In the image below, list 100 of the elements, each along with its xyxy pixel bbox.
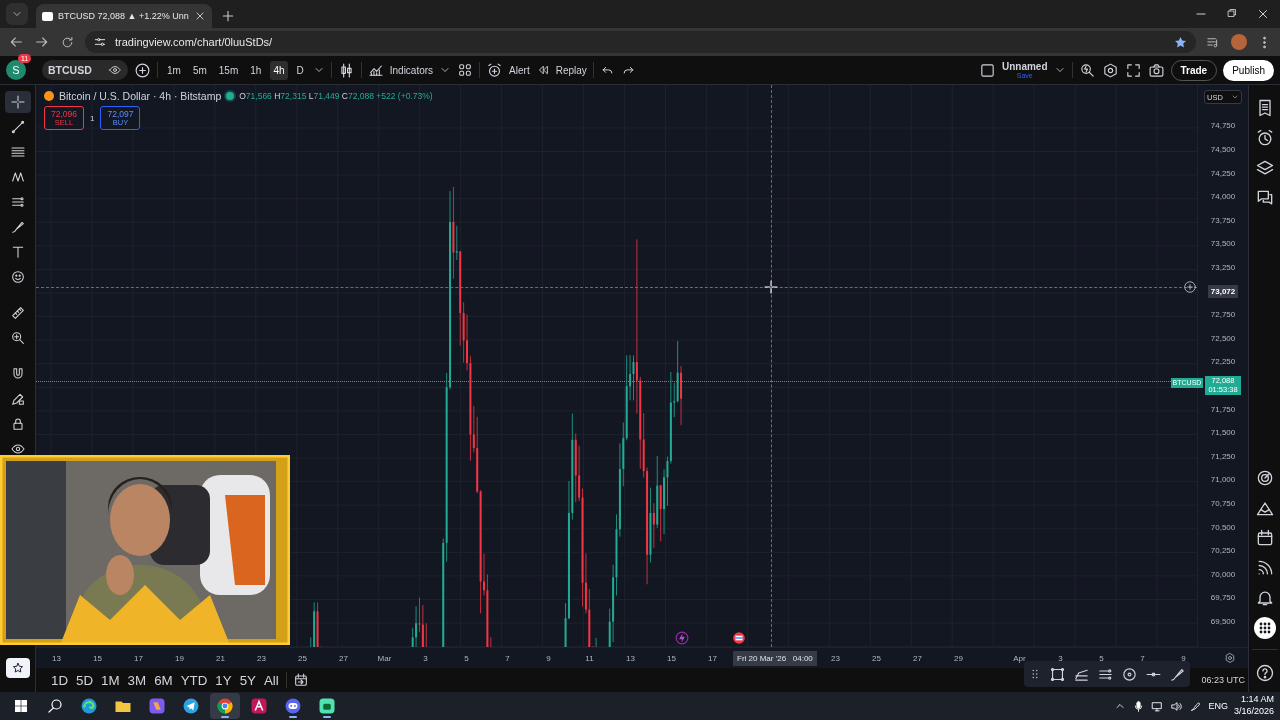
forward-icon[interactable]: [34, 34, 50, 50]
taskbar-clock[interactable]: 1:14 AM 3/16/2026: [1233, 694, 1274, 718]
date-range-icon[interactable]: [292, 672, 309, 688]
zigzag-icon[interactable]: [9, 169, 26, 185]
timeframe-button[interactable]: 6M: [153, 670, 174, 690]
date-label: 3: [423, 653, 428, 663]
windows-logo-icon[interactable]: [13, 698, 29, 714]
user-avatar[interactable]: S: [6, 60, 26, 80]
price-label: 72,750: [1210, 310, 1236, 320]
timeframe-button[interactable]: 3M: [126, 670, 148, 690]
timeframe-button[interactable]: 5D: [75, 670, 95, 690]
tab-favicon-icon: [42, 11, 53, 21]
site-settings-icon: [93, 35, 107, 49]
monitor-icon[interactable]: [1151, 699, 1165, 713]
settings-icon[interactable]: [1101, 61, 1119, 79]
address-field[interactable]: tradingview.com/chart/0luuStDs/: [85, 31, 1196, 53]
projection-lines-icon[interactable]: [9, 194, 26, 210]
layout-grid-icon[interactable]: [457, 62, 474, 78]
brush-icon[interactable]: [9, 219, 26, 235]
date-label: 27: [913, 653, 922, 663]
add-alert-icon[interactable]: [1183, 280, 1197, 294]
interval-button[interactable]: 4h: [270, 60, 288, 80]
timeframe-button[interactable]: YTD: [179, 670, 209, 690]
peak-app-icon[interactable]: [250, 697, 268, 715]
favorites-button[interactable]: [5, 658, 30, 678]
price-label: 73,500: [1210, 239, 1236, 249]
timeframe-button[interactable]: All: [262, 670, 280, 690]
flag-event-icon[interactable]: [732, 631, 746, 645]
price-label: 73,250: [1210, 262, 1236, 272]
browser-tab[interactable]: BTCUSD 72,088 ▲ +1.22% Unn: [36, 4, 212, 28]
date-label: 29: [954, 653, 963, 663]
zoom-in-icon[interactable]: [9, 330, 26, 346]
date-label: 17: [708, 653, 717, 663]
star-icon[interactable]: [1173, 34, 1188, 50]
timeframe-button[interactable]: 1M: [100, 670, 121, 690]
replay-button[interactable]: Replay: [535, 63, 587, 77]
square-icon[interactable]: [978, 61, 996, 79]
interval-button[interactable]: 5m: [189, 60, 210, 80]
date-label: 21: [216, 653, 225, 663]
date-label: 15: [93, 653, 102, 663]
price-label: 70,750: [1210, 499, 1236, 509]
profile-avatar[interactable]: [1231, 34, 1247, 50]
quick-search-icon[interactable]: [1078, 61, 1096, 79]
close-icon[interactable]: [1256, 7, 1270, 21]
apps-grid-icon[interactable]: [1252, 616, 1277, 640]
price-label: 72,250: [1210, 357, 1236, 367]
target-icon[interactable]: [1121, 665, 1139, 683]
price-label: 70,000: [1210, 569, 1236, 579]
fullscreen-icon[interactable]: [1124, 61, 1142, 79]
symbol-title[interactable]: Bitcoin / U.S. Dollar · 4h · Bitstamp: [59, 90, 222, 102]
star-icon: [10, 661, 25, 675]
swirl-icon[interactable]: [80, 697, 98, 715]
rectangle-icon[interactable]: [1048, 665, 1066, 683]
price-label: 71,250: [1210, 451, 1236, 461]
date-label: 13: [52, 653, 61, 663]
reload-icon[interactable]: [60, 34, 75, 50]
price-label: 73,750: [1210, 215, 1236, 225]
volume-icon[interactable]: [1170, 699, 1184, 713]
restore-icon[interactable]: [1226, 7, 1238, 19]
indicators-button[interactable]: Indicators: [367, 62, 434, 78]
interval-button[interactable]: 1m: [164, 60, 184, 80]
alert-button[interactable]: Alert: [486, 61, 530, 79]
interval-button[interactable]: 1h: [247, 60, 265, 80]
date-label: 5: [1099, 653, 1104, 663]
help-icon[interactable]: [1254, 663, 1275, 683]
timeframe-button[interactable]: 5Y: [238, 670, 257, 690]
date-label: 9: [1181, 653, 1186, 663]
eye-icon: [108, 63, 122, 77]
trend-line-icon[interactable]: [9, 119, 26, 135]
add-symbol-icon[interactable]: [134, 61, 151, 79]
horizontal-lines-icon[interactable]: [9, 144, 26, 160]
utc-clock[interactable]: 06:23 UTC: [1201, 675, 1245, 685]
date-label: Mar: [377, 653, 392, 663]
lightning-event-icon[interactable]: [675, 631, 689, 645]
app-tile-icon[interactable]: [318, 697, 336, 715]
settings-icon[interactable]: [1224, 652, 1236, 664]
symbol-search[interactable]: BTCUSD: [42, 60, 128, 80]
price-label: 70,500: [1210, 522, 1236, 532]
crosshair-icon[interactable]: [9, 94, 26, 110]
date-label: 15: [667, 653, 676, 663]
interval-button[interactable]: 15m: [215, 60, 242, 80]
timeframe-button[interactable]: 1D: [50, 670, 70, 690]
tab-search-button[interactable]: [6, 3, 28, 25]
market-open-icon: [226, 92, 235, 100]
publish-button[interactable]: Publish: [1223, 59, 1274, 81]
ruler-icon[interactable]: [9, 305, 26, 321]
language-indicator[interactable]: ENG: [1208, 701, 1228, 711]
camera-icon[interactable]: [1147, 61, 1165, 79]
paper-plane-icon[interactable]: [182, 697, 200, 715]
crosshair-cursor-icon: [763, 279, 779, 295]
eye-icon[interactable]: [9, 441, 26, 457]
smiley-icon[interactable]: [9, 269, 26, 285]
timeframe-button[interactable]: 1Y: [214, 670, 233, 690]
pencil-lock-icon[interactable]: [9, 391, 26, 407]
interval-button[interactable]: D: [293, 60, 307, 80]
search-icon[interactable]: [46, 697, 64, 715]
back-icon[interactable]: [8, 34, 24, 50]
crosshair-time-label: Fri 20 Mar '26 04:00: [733, 650, 817, 666]
date-label: 7: [505, 653, 510, 663]
gamepad-face-icon[interactable]: [284, 697, 302, 715]
